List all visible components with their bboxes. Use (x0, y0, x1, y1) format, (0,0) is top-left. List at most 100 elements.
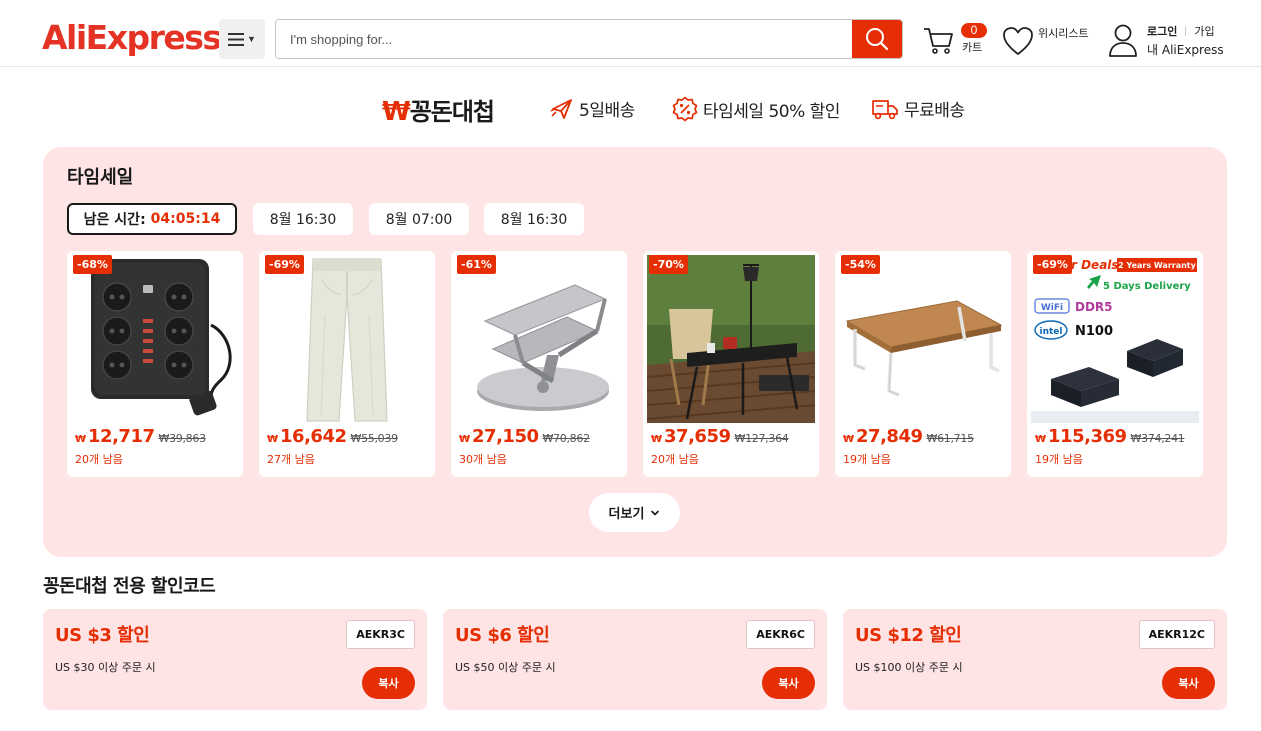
product-card[interactable]: -69% ₩16,642 ₩55,039 27개 남음 (259, 251, 435, 477)
currency-symbol: ₩ (267, 434, 279, 445)
aliexpress-logo[interactable]: AliExpress™ (42, 18, 230, 58)
coupon-section-title: 꽁돈대첩 전용 할인코드 (43, 576, 216, 597)
cart-count-badge: 0 (961, 23, 987, 38)
currency-symbol: ₩ (459, 434, 471, 445)
stock-remaining: 27개 남음 (267, 453, 315, 466)
discount-badge: -70% (649, 255, 688, 274)
product-image (455, 255, 623, 423)
product-image (647, 255, 815, 423)
discount-badge: -69% (1033, 255, 1072, 274)
caret-down-icon: ▼ (247, 34, 256, 44)
original-price: ₩374,241 (1130, 432, 1185, 445)
user-icon (1109, 24, 1137, 57)
more-button[interactable]: 더보기 (589, 493, 680, 532)
sale-price: 16,642 (280, 426, 347, 447)
search-button[interactable] (852, 20, 902, 58)
cart-icon (924, 28, 953, 54)
chevron-down-icon (651, 510, 660, 515)
image-caption: 5 Days Delivery (1103, 281, 1191, 292)
cart-button[interactable]: 0 카트 (920, 20, 990, 60)
wishlist-label: 위시리스트 (1038, 27, 1089, 40)
image-caption: N100 (1075, 324, 1113, 339)
coupon-amount: US $6 할인 (455, 625, 550, 646)
hamburger-icon (228, 32, 245, 46)
original-price: ₩127,364 (734, 432, 789, 445)
currency-symbol: ₩ (1035, 434, 1047, 445)
search-input[interactable] (276, 20, 854, 58)
discount-badge: -69% (265, 255, 304, 274)
image-caption: r Deals (1071, 258, 1119, 272)
original-price: ₩55,039 (350, 432, 399, 445)
stock-remaining: 30개 남음 (459, 453, 507, 466)
currency-symbol: ₩ (75, 434, 87, 445)
divider (1185, 26, 1187, 36)
product-card[interactable]: r Deals 2 Years Warranty 5 Days Delivery… (1027, 251, 1203, 477)
product-card[interactable]: -68% ₩12,717 ₩39,863 20개 남음 (67, 251, 243, 477)
my-aliexpress-link[interactable]: 내 AliExpress (1147, 41, 1224, 58)
remaining-time-label: 남은 시간: (83, 212, 146, 228)
product-image (263, 255, 431, 423)
product-card[interactable]: -54% ₩27,849 ₩61,715 19개 남음 (835, 251, 1011, 477)
copy-code-button[interactable]: 복사 (762, 667, 815, 699)
cart-label: 카트 (962, 41, 983, 54)
login-link[interactable]: 로그인 (1147, 23, 1177, 39)
coupon-card: US $6 할인 US $50 이상 주문 시 AEKR6C 복사 (443, 609, 827, 710)
countdown-tab[interactable]: 남은 시간: 04:05:14 (67, 203, 237, 235)
airplane-icon (550, 98, 572, 119)
stock-remaining: 19개 남음 (843, 453, 891, 466)
countdown-value: 04:05:14 (150, 211, 221, 227)
percent-badge-icon (672, 96, 698, 122)
feature-timesale-discount: 타임세일 50% 할인 (672, 96, 840, 122)
copy-code-button[interactable]: 복사 (1162, 667, 1215, 699)
image-caption: DDR5 (1075, 300, 1113, 314)
sale-price: 115,369 (1048, 426, 1127, 447)
truck-icon (872, 99, 898, 119)
timeslot-tab[interactable]: 8월 16:30 (253, 203, 353, 235)
heart-icon (1003, 27, 1033, 55)
wishlist-button[interactable]: 위시리스트 (1002, 22, 1102, 62)
stock-remaining: 19개 남음 (1035, 453, 1083, 466)
image-caption: 2 Years Warranty (1118, 261, 1196, 270)
coupon-code: AEKR12C (1138, 620, 1215, 649)
copy-code-button[interactable]: 복사 (362, 667, 415, 699)
stock-remaining: 20개 남음 (75, 453, 123, 466)
discount-badge: -61% (457, 255, 496, 274)
coupon-code: AEKR3C (346, 620, 415, 649)
product-image (71, 255, 239, 423)
discount-badge: -68% (73, 255, 112, 274)
product-image (839, 255, 1007, 423)
discount-badge: -54% (841, 255, 880, 274)
original-price: ₩61,715 (926, 432, 975, 445)
category-menu-button[interactable]: ▼ (219, 19, 265, 59)
sale-price: 12,717 (88, 426, 155, 447)
coupon-card: US $12 할인 US $100 이상 주문 시 AEKR12C 복사 (843, 609, 1227, 710)
account-menu: 로그인 가입 내 AliExpress (1108, 20, 1238, 60)
timeslot-tab[interactable]: 8월 07:00 (369, 203, 469, 235)
search-bar (275, 19, 903, 59)
currency-symbol: ₩ (843, 434, 855, 445)
coupon-amount: US $12 할인 (855, 625, 962, 646)
join-link[interactable]: 가입 (1194, 23, 1214, 39)
coupon-code: AEKR6C (746, 620, 815, 649)
more-button-label: 더보기 (608, 507, 645, 522)
search-icon (866, 28, 889, 51)
feature-5day-delivery: 5일배송 (550, 96, 635, 121)
coupon-condition: US $30 이상 주문 시 (55, 661, 156, 674)
timesale-title: 타임세일 (67, 167, 134, 188)
image-caption: intel (1040, 327, 1063, 337)
sale-price: 27,849 (856, 426, 923, 447)
sale-price: 27,150 (472, 426, 539, 447)
stock-remaining: 20개 남음 (651, 453, 699, 466)
original-price: ₩39,863 (158, 432, 207, 445)
coupon-condition: US $100 이상 주문 시 (855, 661, 963, 674)
product-card[interactable]: -70% ₩37,659 ₩127,364 20개 남음 (643, 251, 819, 477)
timeslot-tab[interactable]: 8월 16:30 (484, 203, 584, 235)
coupon-amount: US $3 할인 (55, 625, 150, 646)
currency-symbol: ₩ (651, 434, 663, 445)
sale-price: 37,659 (664, 426, 731, 447)
image-caption: WiFi (1041, 303, 1063, 313)
timesale-section: 타임세일 남은 시간: 04:05:14 8월 16:30 8월 07:00 8… (43, 147, 1227, 557)
coupon-condition: US $50 이상 주문 시 (455, 661, 556, 674)
product-card[interactable]: -61% ₩27,150 ₩70,862 30개 남음 (451, 251, 627, 477)
original-price: ₩70,862 (542, 432, 591, 445)
